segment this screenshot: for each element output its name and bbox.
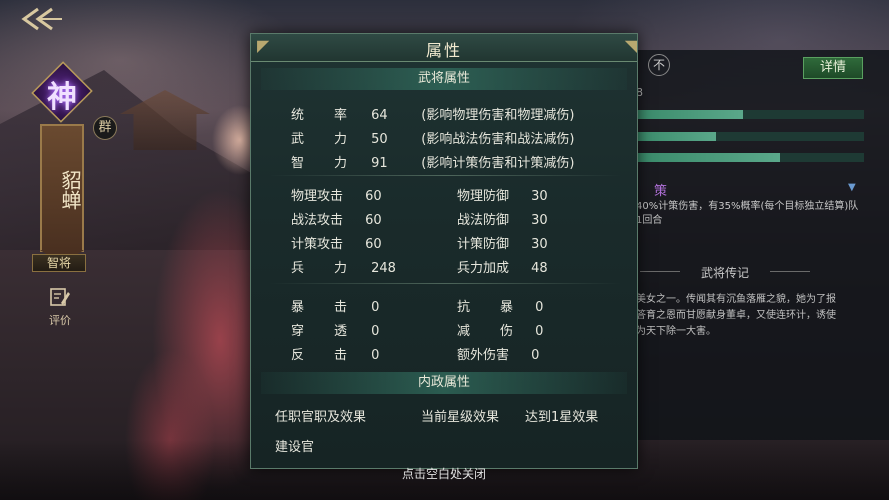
divider-right [770,271,810,272]
stat-label: 暴 击 [291,300,347,315]
stat-note: (影响战法伤害和战法减伤) [421,132,575,147]
special-row: 额外伤害 0 [457,344,539,363]
hero-banner: 神 貂蝉 [31,61,93,264]
faction-badge: 群 [93,116,117,140]
biography-line: 为天下除一大害。 [636,326,716,337]
stat-label: 额外伤害 [457,348,510,363]
special-row: 反 击 0 [291,344,379,363]
combat-row: 兵 力 248 [291,257,396,276]
divider [269,175,621,176]
stat-note: (影响物理伤害和物理减伤) [421,108,575,123]
stat-label: 兵力加成 [457,261,510,276]
gov-header-next-star: 达到1星效果 [525,410,599,425]
stat-label: 战法攻击 [291,213,344,228]
gov-office-name: 建设官 [275,440,315,455]
stat-label: 计策攻击 [291,237,344,252]
banner-glyph: 神 [47,80,77,115]
attributes-dialog: ◤ 属性 ◥ 武将属性 统 率 64 (影响物理伤害和物理减伤) 武 力 50 … [250,33,638,469]
special-row: 暴 击 0 [291,296,379,315]
stat-bar [636,132,864,141]
stat-label: 智 力 [291,156,347,171]
close-hint[interactable]: 点击空白处关闭 [250,465,638,482]
combat-row: 计策防御 30 [457,233,548,252]
stat-label: 兵 力 [291,261,347,276]
stat-value: 91 [371,156,388,171]
section-general-attributes: 武将属性 [261,68,627,90]
stat-value: 0 [535,300,544,315]
biography-text: 美女之一。传闻其有沉鱼落雁之貌，她为了报 答育之恩而甘愿献身董卓，又使连环计，诱… [636,292,864,340]
chevron-down-icon[interactable]: ▼ [848,182,856,193]
stat-value: 60 [365,237,382,252]
skill-description: 40%计策伤害，有35%概率(每个目标独立结算)队1回合 [636,201,859,226]
stat-label: 穿 透 [291,324,347,339]
corner-ornament-icon: ◥ [624,36,637,55]
gov-header-current-star: 当前星级效果 [421,410,500,425]
combat-row: 兵力加成 48 [457,257,548,276]
stat-bar-fill [636,110,744,119]
stat-bar [636,110,864,119]
skill-name: 策 [654,184,668,199]
combat-row: 物理防御 30 [457,185,548,204]
biography-title: 武将传记 [700,266,749,280]
biography-line: 美女之一。传闻其有沉鱼落雁之貌，她为了报 [636,294,836,305]
review-label: 评价 [49,314,71,327]
stat-bar [636,153,864,162]
review-button[interactable]: 评价 [44,286,76,327]
stat-value: 50 [371,132,388,147]
divider [269,283,621,284]
stat-row-intellect: 智 力 91 (影响计策伤害和计策减伤) [291,152,574,171]
stat-row-force: 武 力 50 (影响战法伤害和战法减伤) [291,128,574,147]
troop-type-icon: 不 [648,54,670,76]
biography-line: 答育之恩而甘愿献身董卓，又使连环计，诱使 [636,310,836,321]
detail-button[interactable]: 详情 [803,57,863,79]
stat-value: 0 [371,348,380,363]
combat-row: 计策攻击 60 [291,233,382,252]
stat-value: 48 [531,261,548,276]
dialog-header: ◤ 属性 ◥ [251,34,637,62]
stat-label: 战法防御 [457,213,510,228]
class-badge: 智将 [32,254,86,272]
edit-icon [50,288,70,306]
back-arrow-icon [21,7,62,31]
stat-label: 武 力 [291,132,347,147]
stat-label: 物理防御 [457,189,510,204]
stat-label: 反 击 [291,348,347,363]
stat-label: 计策防御 [457,237,510,252]
dialog-title: 属性 [425,41,462,60]
stat-bar-fill [636,153,780,162]
stat-value: 0 [531,348,540,363]
stat-value: 30 [531,213,548,228]
stat-value: 30 [531,237,548,252]
section-governance-attributes: 内政属性 [261,372,627,394]
special-row: 穿 透 0 [291,320,379,339]
stat-label: 抗 暴 [457,300,513,315]
special-row: 抗 暴 0 [457,296,543,315]
combat-row: 战法防御 30 [457,209,548,228]
gov-header-office: 任职官职及效果 [275,410,367,425]
stat-row-command: 统 率 64 (影响物理伤害和物理减伤) [291,104,574,123]
stat-label: 统 率 [291,108,347,123]
stat-value: 60 [365,213,382,228]
back-button[interactable] [18,6,64,32]
combat-row: 战法攻击 60 [291,209,382,228]
stat-bar-fill [636,132,716,141]
hero-name: 貂蝉 [58,170,82,210]
stat-label: 物理攻击 [291,189,344,204]
special-row: 减 伤 0 [457,320,543,339]
stat-value: 64 [371,108,388,123]
stat-value: 30 [531,189,548,204]
stat-value: 60 [365,189,382,204]
stat-label: 减 伤 [457,324,513,339]
stat-value: 0 [371,324,380,339]
stat-value: 0 [371,300,380,315]
stat-value: 248 [371,261,396,276]
stat-note: (影响计策伤害和计策减伤) [421,156,575,171]
combat-row: 物理攻击 60 [291,185,382,204]
stat-value: 0 [535,324,544,339]
hero-info-panel [620,50,889,440]
